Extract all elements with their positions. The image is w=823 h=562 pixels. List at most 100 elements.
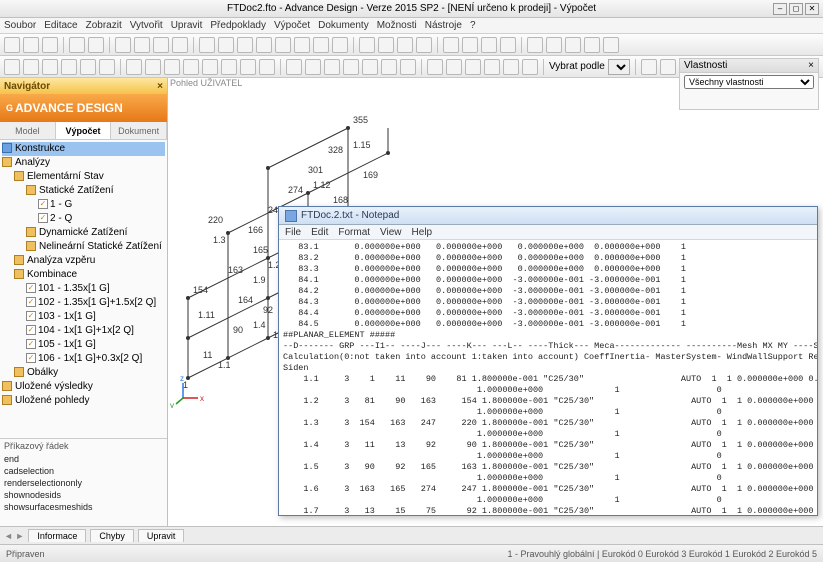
snap-icon[interactable] (286, 59, 302, 75)
grid-icon[interactable] (221, 59, 237, 75)
print-icon[interactable] (172, 37, 188, 53)
menu-item[interactable]: Nástroje (425, 20, 462, 31)
grid-icon[interactable] (183, 59, 199, 75)
properties-filter-dropdown[interactable]: Všechny vlastnosti (684, 75, 814, 89)
tool-icon[interactable] (218, 37, 234, 53)
menu-item[interactable]: Možnosti (377, 20, 417, 31)
tree-saved-results[interactable]: Uložené výsledky (15, 381, 93, 392)
checkbox-icon[interactable]: ✓ (26, 283, 36, 293)
view-icon[interactable] (4, 59, 20, 75)
tree-combo[interactable]: 102 - 1.35x[1 G]+1.5x[2 Q] (38, 297, 156, 308)
dim-icon[interactable] (484, 59, 500, 75)
maximize-icon[interactable]: ◻ (789, 3, 803, 15)
menu-item[interactable]: Předpoklady (210, 20, 266, 31)
tool-icon[interactable] (527, 37, 543, 53)
open-icon[interactable] (23, 37, 39, 53)
tab-doc[interactable]: Dokument (111, 122, 167, 139)
paste-icon[interactable] (153, 37, 169, 53)
grid-icon[interactable] (126, 59, 142, 75)
dim-icon[interactable] (427, 59, 443, 75)
tree-combo[interactable]: 101 - 1.35x[1 G] (38, 283, 110, 294)
menu-item[interactable]: ? (470, 20, 476, 31)
notepad-menu-item[interactable]: Edit (311, 227, 328, 238)
close-icon[interactable]: × (808, 59, 814, 72)
navigator-tree[interactable]: Konstrukce Analýzy Elementární Stav Stat… (0, 140, 167, 438)
tool-icon[interactable] (199, 37, 215, 53)
tree-root[interactable]: Konstrukce (15, 143, 65, 154)
tool-icon[interactable] (443, 37, 459, 53)
tree-saved-views[interactable]: Uložené pohledy (15, 395, 90, 406)
checkbox-icon[interactable]: ✓ (38, 213, 48, 223)
snap-icon[interactable] (400, 59, 416, 75)
tool-icon[interactable] (359, 37, 375, 53)
tree-envelopes[interactable]: Obálky (27, 367, 58, 378)
tool-icon[interactable] (584, 37, 600, 53)
save-icon[interactable] (42, 37, 58, 53)
tool-icon[interactable] (332, 37, 348, 53)
tree-combo[interactable]: 104 - 1x[1 G]+1x[2 Q] (38, 325, 134, 336)
dim-icon[interactable] (465, 59, 481, 75)
grid-icon[interactable] (202, 59, 218, 75)
menu-item[interactable]: Zobrazit (86, 20, 122, 31)
tree-static-load[interactable]: Statické Zatížení (39, 185, 113, 196)
menu-item[interactable]: Upravit (171, 20, 203, 31)
bottom-tab[interactable]: Upravit (138, 529, 185, 542)
view-icon[interactable] (42, 59, 58, 75)
checkbox-icon[interactable]: ✓ (26, 325, 36, 335)
checkbox-icon[interactable]: ✓ (26, 339, 36, 349)
checkbox-icon[interactable]: ✓ (26, 311, 36, 321)
dim-icon[interactable] (446, 59, 462, 75)
view-icon[interactable] (99, 59, 115, 75)
menu-item[interactable]: Dokumenty (318, 20, 369, 31)
bottom-tab[interactable]: Chyby (90, 529, 134, 542)
result-icon[interactable] (660, 59, 676, 75)
tool-icon[interactable] (275, 37, 291, 53)
tree-dynamic[interactable]: Dynamické Zatížení (39, 227, 127, 238)
notepad-titlebar[interactable]: FTDoc.2.txt - Notepad (279, 207, 817, 225)
notepad-menu-item[interactable]: Help (412, 227, 433, 238)
menu-item[interactable]: Výpočet (274, 20, 310, 31)
new-icon[interactable] (4, 37, 20, 53)
tree-combinations[interactable]: Kombinace (27, 269, 77, 280)
snap-icon[interactable] (362, 59, 378, 75)
snap-icon[interactable] (324, 59, 340, 75)
menu-item[interactable]: Soubor (4, 20, 36, 31)
copy-icon[interactable] (134, 37, 150, 53)
cut-icon[interactable] (115, 37, 131, 53)
snap-icon[interactable] (381, 59, 397, 75)
checkbox-icon[interactable]: ✓ (38, 199, 48, 209)
tree-load-q[interactable]: 2 - Q (50, 213, 72, 224)
grid-icon[interactable] (240, 59, 256, 75)
dim-icon[interactable] (503, 59, 519, 75)
tool-icon[interactable] (416, 37, 432, 53)
close-icon[interactable]: ✕ (805, 3, 819, 15)
tool-icon[interactable] (500, 37, 516, 53)
notepad-body[interactable]: 83.1 0.000000e+000 0.000000e+000 0.00000… (279, 240, 817, 515)
grid-icon[interactable] (164, 59, 180, 75)
view-icon[interactable] (80, 59, 96, 75)
result-icon[interactable] (641, 59, 657, 75)
select-by-dropdown[interactable] (608, 59, 630, 75)
snap-icon[interactable] (305, 59, 321, 75)
tool-icon[interactable] (397, 37, 413, 53)
notepad-menu-item[interactable]: Format (338, 227, 370, 238)
tool-icon[interactable] (603, 37, 619, 53)
menu-item[interactable]: Editace (44, 20, 77, 31)
tree-combo[interactable]: 105 - 1x[1 G] (38, 339, 96, 350)
tool-icon[interactable] (565, 37, 581, 53)
tool-icon[interactable] (237, 37, 253, 53)
tree-buckling[interactable]: Analýza vzpěru (27, 255, 95, 266)
tree-nonlinear[interactable]: Nelineární Statické Zatížení (39, 241, 162, 252)
tool-icon[interactable] (378, 37, 394, 53)
tab-model[interactable]: Model (0, 122, 56, 139)
tool-icon[interactable] (462, 37, 478, 53)
view-icon[interactable] (61, 59, 77, 75)
tool-icon[interactable] (481, 37, 497, 53)
tool-icon[interactable] (256, 37, 272, 53)
notepad-menu-item[interactable]: File (285, 227, 301, 238)
grid-icon[interactable] (145, 59, 161, 75)
tree-analyses[interactable]: Analýzy (15, 157, 50, 168)
grid-icon[interactable] (259, 59, 275, 75)
tree-load-g[interactable]: 1 - G (50, 199, 72, 210)
minimize-icon[interactable]: – (773, 3, 787, 15)
